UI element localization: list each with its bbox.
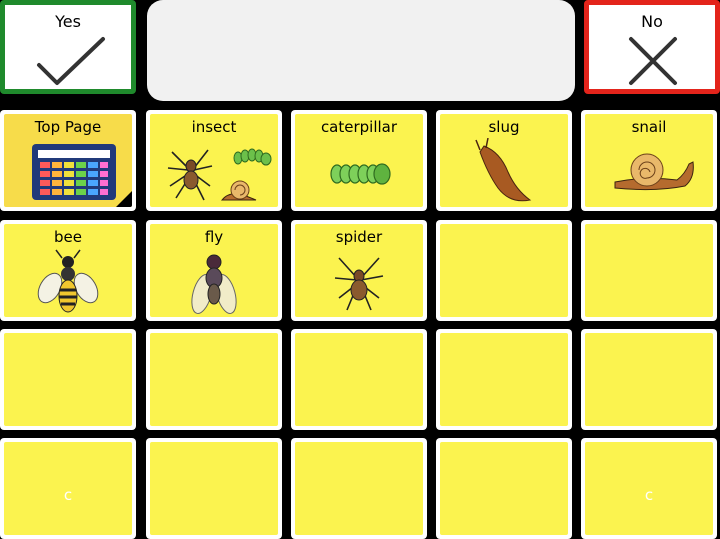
yes-label: Yes <box>55 12 81 31</box>
slug-icon <box>475 138 532 202</box>
tile-blank[interactable] <box>0 329 136 430</box>
spider-icon <box>334 257 384 311</box>
tile-bee[interactable]: bee <box>0 220 136 321</box>
page-fold <box>116 191 132 207</box>
tile-label: fly <box>204 228 224 246</box>
tile-label: Top Page <box>34 118 102 136</box>
tile-blank[interactable] <box>146 438 282 539</box>
tile-letter: c <box>63 486 73 504</box>
bee-icon <box>37 249 99 313</box>
insect-icon <box>167 148 272 201</box>
tile-blank[interactable] <box>291 438 427 539</box>
tile-label: caterpillar <box>320 118 398 136</box>
no-label: No <box>641 12 663 31</box>
checkmark-icon <box>37 37 105 85</box>
tile-label: slug <box>488 118 520 136</box>
yes-button[interactable]: Yes <box>0 0 136 94</box>
tile-label: spider <box>335 228 383 246</box>
tile-c[interactable]: c <box>0 438 136 539</box>
tile-top-page[interactable]: Top Page <box>0 110 136 211</box>
tile-blank[interactable] <box>581 220 717 321</box>
fly-icon <box>191 254 237 314</box>
tile-spider[interactable]: spider <box>291 220 427 321</box>
tile-snail[interactable]: snail <box>581 110 717 211</box>
tile-label: insect <box>191 118 237 136</box>
no-button[interactable]: No <box>584 0 720 94</box>
tile-blank[interactable] <box>146 329 282 430</box>
tile-blank[interactable] <box>581 329 717 430</box>
snail-icon <box>614 153 694 191</box>
grid-page-icon <box>32 144 116 200</box>
tile-insect[interactable]: insect <box>146 110 282 211</box>
tile-letter: c <box>644 486 654 504</box>
tile-label: snail <box>631 118 667 136</box>
message-bar[interactable] <box>147 0 575 101</box>
tile-blank[interactable] <box>436 329 572 430</box>
tile-blank[interactable] <box>436 220 572 321</box>
tile-label: bee <box>54 228 82 246</box>
tile-blank[interactable] <box>291 329 427 430</box>
cross-icon <box>629 37 677 85</box>
tile-blank[interactable] <box>436 438 572 539</box>
tile-slug[interactable]: slug <box>436 110 572 211</box>
tile-c[interactable]: c <box>581 438 717 539</box>
caterpillar-icon <box>330 163 391 185</box>
tile-caterpillar[interactable]: caterpillar <box>291 110 427 211</box>
tile-fly[interactable]: fly <box>146 220 282 321</box>
